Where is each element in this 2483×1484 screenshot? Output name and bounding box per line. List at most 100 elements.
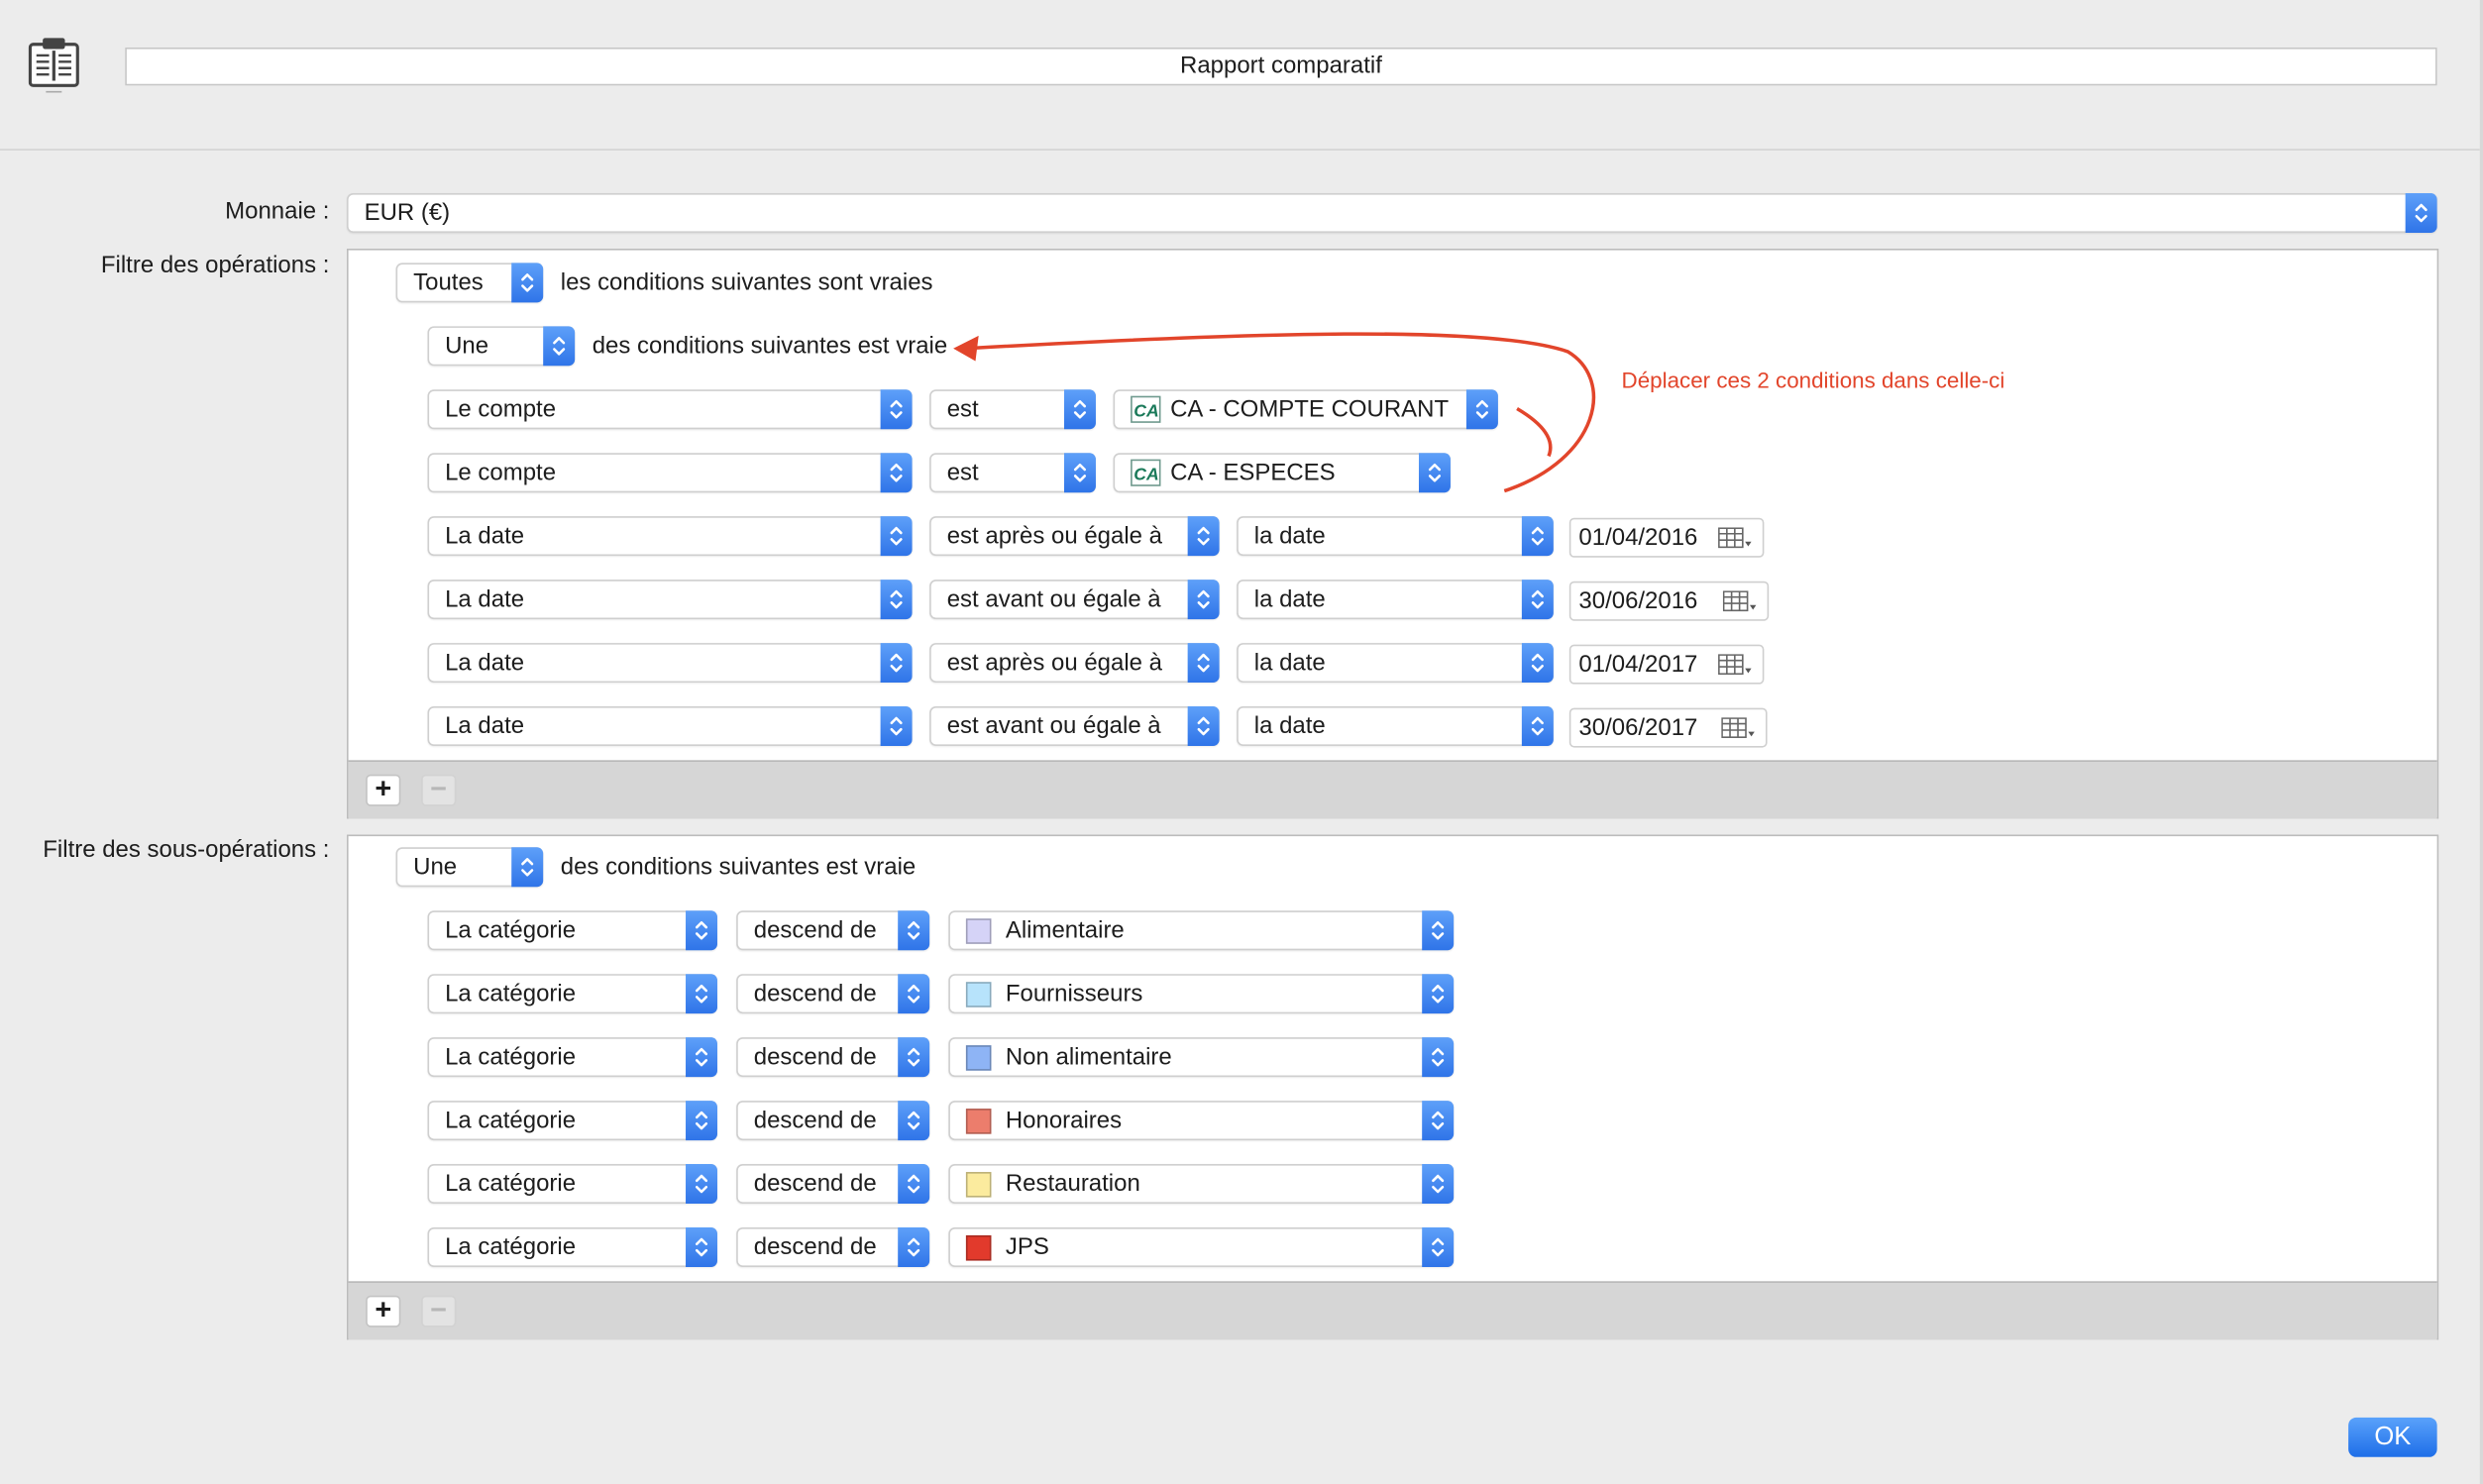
date-op-select[interactable]: est après ou égale à	[929, 643, 1220, 684]
add-subcondition-button[interactable]: +	[366, 1296, 401, 1327]
date-field-select[interactable]: La date	[427, 580, 913, 620]
date-field-select[interactable]: La date	[427, 643, 913, 684]
op-value: descend de	[753, 916, 877, 944]
subops-match-text: des conditions suivantes est vraie	[560, 853, 917, 881]
chevron-updown-icon	[898, 1037, 930, 1078]
currency-select[interactable]: EUR (€)	[347, 193, 2437, 234]
op-value: descend de	[753, 1107, 877, 1134]
chevron-updown-icon	[898, 974, 930, 1014]
date-field-select[interactable]: La date	[427, 516, 913, 557]
chevron-updown-icon	[543, 326, 576, 367]
date-kind-select[interactable]: la date	[1237, 580, 1554, 620]
category-value-select[interactable]: Fournisseurs	[948, 974, 1455, 1014]
calendar-icon[interactable]	[1721, 717, 1756, 739]
date-kind-select[interactable]: la date	[1237, 643, 1554, 684]
category-value: JPS	[1005, 1233, 1049, 1261]
chevron-updown-icon	[1422, 974, 1455, 1014]
date-op-select[interactable]: est avant ou égale à	[929, 706, 1220, 746]
calendar-icon[interactable]	[1722, 590, 1758, 612]
ops-group-value: Une	[445, 332, 489, 360]
subops-match-value: Une	[413, 853, 458, 881]
field-value: La catégorie	[445, 1233, 577, 1261]
category-value-select[interactable]: Honoraires	[948, 1101, 1455, 1141]
account-field-select[interactable]: Le compte	[427, 389, 913, 430]
remove-condition-button[interactable]: −	[421, 774, 457, 806]
date-field-select[interactable]: La date	[427, 706, 913, 746]
category-color-swatch	[965, 1234, 992, 1261]
field-value: La catégorie	[445, 1107, 577, 1134]
ops-filter-footer: + −	[348, 760, 2437, 819]
category-color-swatch	[965, 1045, 992, 1071]
category-value: Restauration	[1005, 1170, 1140, 1198]
chevron-updown-icon	[686, 1101, 717, 1141]
op-value: descend de	[753, 980, 877, 1007]
field-value: La catégorie	[445, 980, 577, 1007]
chevron-updown-icon	[1422, 910, 1455, 951]
category-op-select[interactable]: descend de	[736, 1037, 930, 1078]
category-field-select[interactable]: La catégorie	[427, 1226, 717, 1267]
category-field-select[interactable]: La catégorie	[427, 1037, 717, 1078]
kind-value: la date	[1253, 522, 1326, 550]
currency-label: Monnaie :	[225, 197, 330, 226]
remove-subcondition-button[interactable]: −	[421, 1296, 457, 1327]
category-field-select[interactable]: La catégorie	[427, 910, 717, 951]
account-field-select[interactable]: Le compte	[427, 453, 913, 493]
chevron-updown-icon	[1187, 643, 1220, 684]
kind-value: la date	[1253, 712, 1326, 740]
ok-button[interactable]: OK	[2348, 1417, 2437, 1457]
chevron-updown-icon	[898, 1226, 930, 1267]
subops-filter-footer: + −	[348, 1281, 2437, 1340]
ops-filter-label: Filtre des opérations :	[100, 252, 330, 279]
chevron-updown-icon	[898, 1101, 930, 1141]
date-picker-field[interactable]: 30/06/2017	[1568, 707, 1768, 748]
annotation-arrow	[953, 332, 1596, 493]
annotation-text: Déplacer ces 2 conditions dans celle-ci	[1621, 367, 2005, 393]
op-value: descend de	[753, 1170, 877, 1198]
date-op-select[interactable]: est avant ou égale à	[929, 580, 1220, 620]
calendar-icon[interactable]	[1718, 527, 1753, 549]
date-value: 30/06/2017	[1578, 714, 1698, 742]
chevron-updown-icon	[686, 974, 717, 1014]
ops-group-select[interactable]: Une	[427, 326, 576, 367]
chevron-updown-icon	[1521, 706, 1554, 746]
date-kind-select[interactable]: la date	[1237, 706, 1554, 746]
report-title-field[interactable]: Rapport comparatif	[125, 47, 2437, 86]
category-field-select[interactable]: La catégorie	[427, 974, 717, 1014]
category-field-select[interactable]: La catégorie	[427, 1164, 717, 1205]
op-value: est avant ou égale à	[946, 712, 1161, 740]
category-op-select[interactable]: descend de	[736, 910, 930, 951]
subops-match-select[interactable]: Une	[395, 847, 544, 888]
category-color-swatch	[965, 1109, 992, 1134]
chevron-updown-icon	[1521, 516, 1554, 557]
kind-value: la date	[1253, 585, 1326, 613]
category-value-select[interactable]: Restauration	[948, 1164, 1455, 1205]
chevron-updown-icon	[898, 910, 930, 951]
date-value: 30/06/2016	[1578, 587, 1698, 615]
date-picker-field[interactable]: 01/04/2016	[1568, 517, 1765, 558]
chevron-updown-icon	[686, 1037, 717, 1078]
date-picker-field[interactable]: 01/04/2017	[1568, 644, 1765, 685]
op-value: est après ou égale à	[946, 649, 1162, 677]
category-op-select[interactable]: descend de	[736, 1101, 930, 1141]
field-value: La date	[445, 522, 525, 550]
date-picker-field[interactable]: 30/06/2016	[1568, 581, 1770, 621]
op-value: descend de	[753, 1043, 877, 1071]
category-value-select[interactable]: Non alimentaire	[948, 1037, 1455, 1078]
date-value: 01/04/2016	[1578, 524, 1698, 552]
chevron-updown-icon	[880, 516, 913, 557]
date-op-select[interactable]: est après ou égale à	[929, 516, 1220, 557]
calendar-icon[interactable]	[1718, 654, 1753, 676]
chevron-updown-icon	[898, 1164, 930, 1205]
category-field-select[interactable]: La catégorie	[427, 1101, 717, 1141]
field-value: La date	[445, 649, 525, 677]
category-op-select[interactable]: descend de	[736, 1164, 930, 1205]
ops-match-select[interactable]: Toutes	[395, 263, 544, 303]
date-kind-select[interactable]: la date	[1237, 516, 1554, 557]
field-value: La catégorie	[445, 916, 577, 944]
add-condition-button[interactable]: +	[366, 774, 401, 806]
chevron-updown-icon	[686, 1164, 717, 1205]
category-value-select[interactable]: JPS	[948, 1226, 1455, 1267]
category-op-select[interactable]: descend de	[736, 974, 930, 1014]
category-op-select[interactable]: descend de	[736, 1226, 930, 1267]
category-value-select[interactable]: Alimentaire	[948, 910, 1455, 951]
